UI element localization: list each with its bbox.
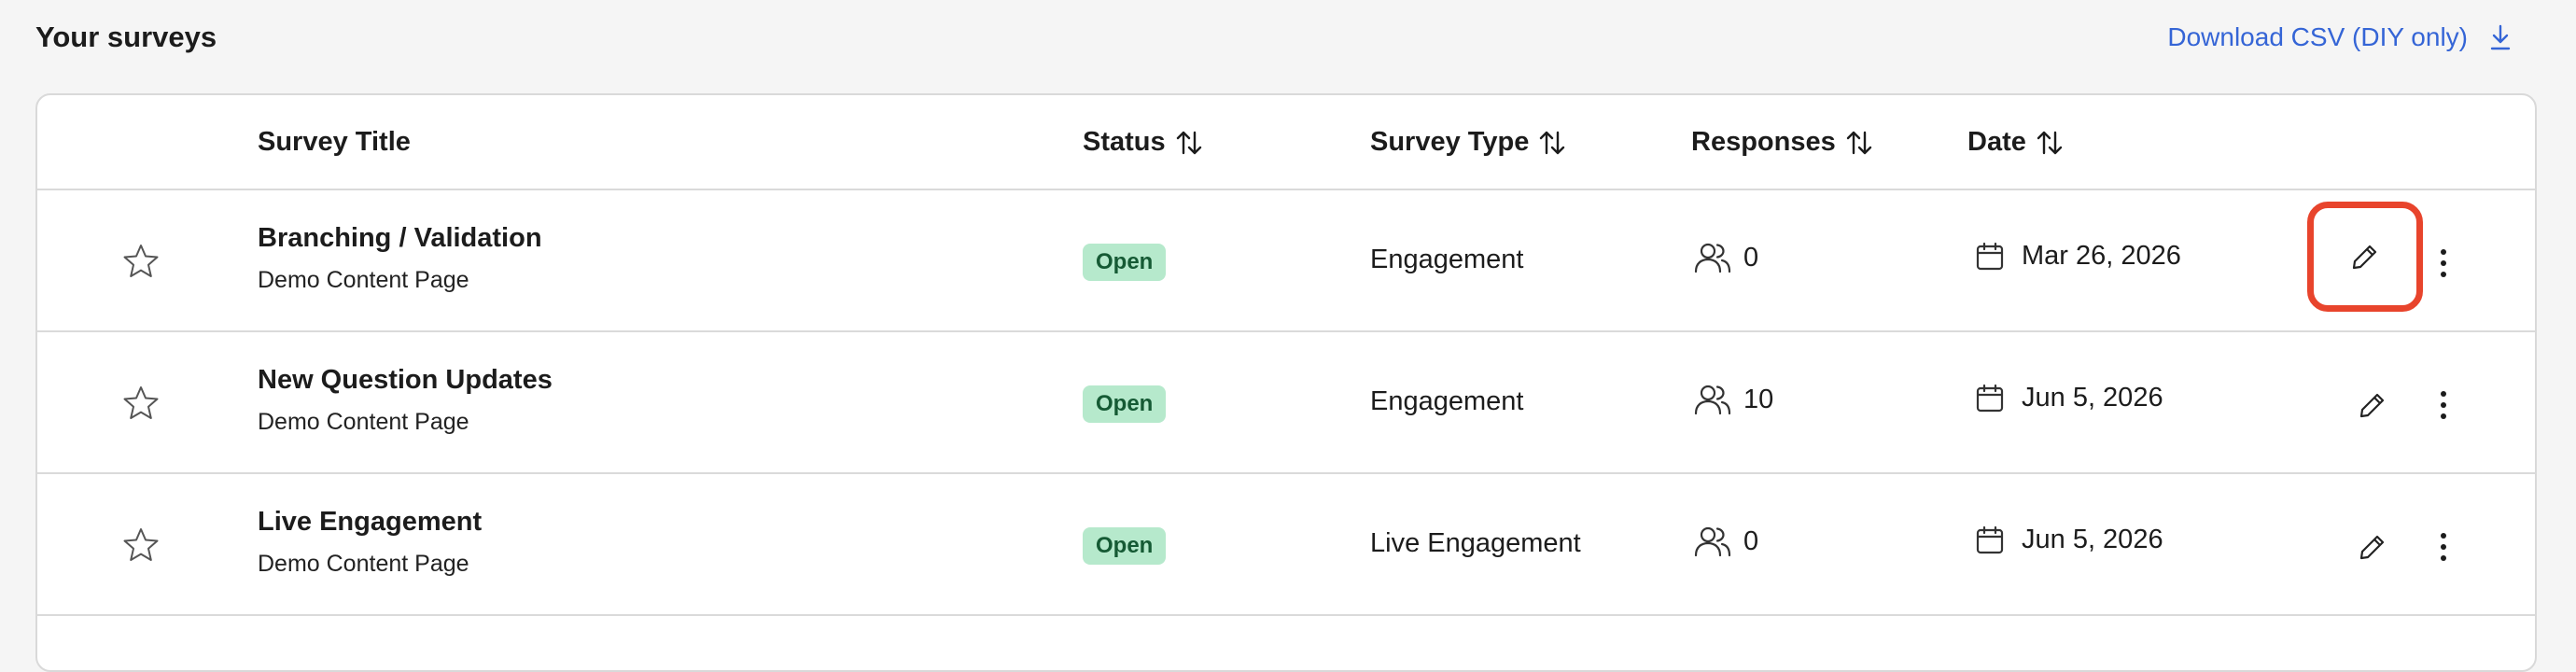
users-icon	[1694, 526, 1731, 557]
survey-date: Jun 5, 2026	[2022, 525, 2163, 554]
column-header-title: Survey Title	[258, 127, 411, 157]
column-header-survey-type[interactable]: Survey Type	[1370, 127, 1566, 158]
table-header: Survey Title Status Survey Type Response…	[37, 95, 2535, 190]
survey-title[interactable]: Branching / Validation	[258, 223, 542, 254]
date-cell: Mar 26, 2026	[1975, 241, 2181, 272]
responses-cell: 10	[1693, 383, 1773, 416]
survey-title[interactable]: Live Engagement	[258, 507, 482, 538]
more-vertical-icon	[2441, 391, 2446, 419]
star-icon[interactable]	[122, 526, 160, 564]
survey-title[interactable]: New Question Updates	[258, 365, 553, 396]
download-icon	[2490, 24, 2511, 50]
status-badge: Open	[1083, 244, 1167, 281]
date-cell: Jun 5, 2026	[1975, 525, 2163, 555]
survey-subtitle: Demo Content Page	[258, 551, 469, 577]
pencil-icon	[2352, 245, 2377, 270]
column-header-status[interactable]: Status	[1083, 127, 1203, 158]
responses-count: 0	[1743, 242, 1759, 273]
surveys-table: Survey Title Status Survey Type Response…	[35, 93, 2537, 672]
sort-icon	[1176, 131, 1201, 154]
table-row[interactable]: Live Engagement Demo Content Page Open L…	[37, 474, 2535, 616]
download-csv-label: Download CSV (DIY only)	[2167, 22, 2468, 51]
responses-cell: 0	[1693, 525, 1758, 558]
responses-cell: 0	[1693, 241, 1758, 274]
calendar-icon	[1976, 242, 2004, 270]
more-vertical-icon	[2441, 533, 2446, 561]
survey-subtitle: Demo Content Page	[258, 267, 469, 293]
more-options-button[interactable]	[2429, 239, 2458, 287]
star-icon[interactable]	[122, 243, 160, 280]
page-header: Your surveys Download CSV (DIY only)	[0, 0, 2576, 93]
survey-date: Mar 26, 2026	[2022, 241, 2181, 271]
column-header-date[interactable]: Date	[1967, 127, 2064, 158]
status-badge: Open	[1083, 527, 1167, 565]
table-row[interactable]: New Question Updates Demo Content Page O…	[37, 332, 2535, 474]
star-icon[interactable]	[122, 385, 160, 422]
more-options-button[interactable]	[2429, 381, 2458, 429]
sort-icon	[1540, 131, 1565, 154]
more-options-button[interactable]	[2429, 523, 2458, 571]
survey-subtitle: Demo Content Page	[258, 409, 469, 435]
calendar-icon	[1976, 384, 2004, 412]
responses-count: 0	[1743, 525, 1759, 556]
table-row[interactable]: Branching / Validation Demo Content Page…	[37, 190, 2535, 332]
survey-date: Jun 5, 2026	[2022, 383, 2163, 413]
pencil-icon	[2359, 535, 2385, 560]
survey-title-cell: New Question Updates Demo Content Page	[258, 365, 553, 436]
users-icon	[1694, 243, 1731, 273]
survey-title-cell: Branching / Validation Demo Content Page	[258, 223, 542, 294]
survey-type: Engagement	[1370, 245, 1524, 274]
edit-button[interactable]	[2307, 202, 2423, 312]
users-icon	[1694, 385, 1731, 415]
status-badge: Open	[1083, 385, 1167, 423]
pencil-icon	[2359, 393, 2385, 418]
more-vertical-icon	[2441, 249, 2446, 277]
edit-button[interactable]	[2346, 379, 2399, 431]
sort-icon	[2037, 131, 2063, 154]
download-csv-link[interactable]: Download CSV (DIY only)	[2167, 22, 2513, 52]
page-title: Your surveys	[35, 21, 217, 53]
survey-type: Engagement	[1370, 386, 1524, 416]
edit-button[interactable]	[2346, 521, 2399, 573]
column-header-responses[interactable]: Responses	[1691, 127, 1873, 158]
date-cell: Jun 5, 2026	[1975, 383, 2163, 413]
responses-count: 10	[1743, 384, 1774, 414]
sort-icon	[1846, 131, 1871, 154]
calendar-icon	[1976, 525, 2004, 553]
survey-type: Live Engagement	[1370, 528, 1581, 558]
survey-title-cell: Live Engagement Demo Content Page	[258, 507, 482, 578]
